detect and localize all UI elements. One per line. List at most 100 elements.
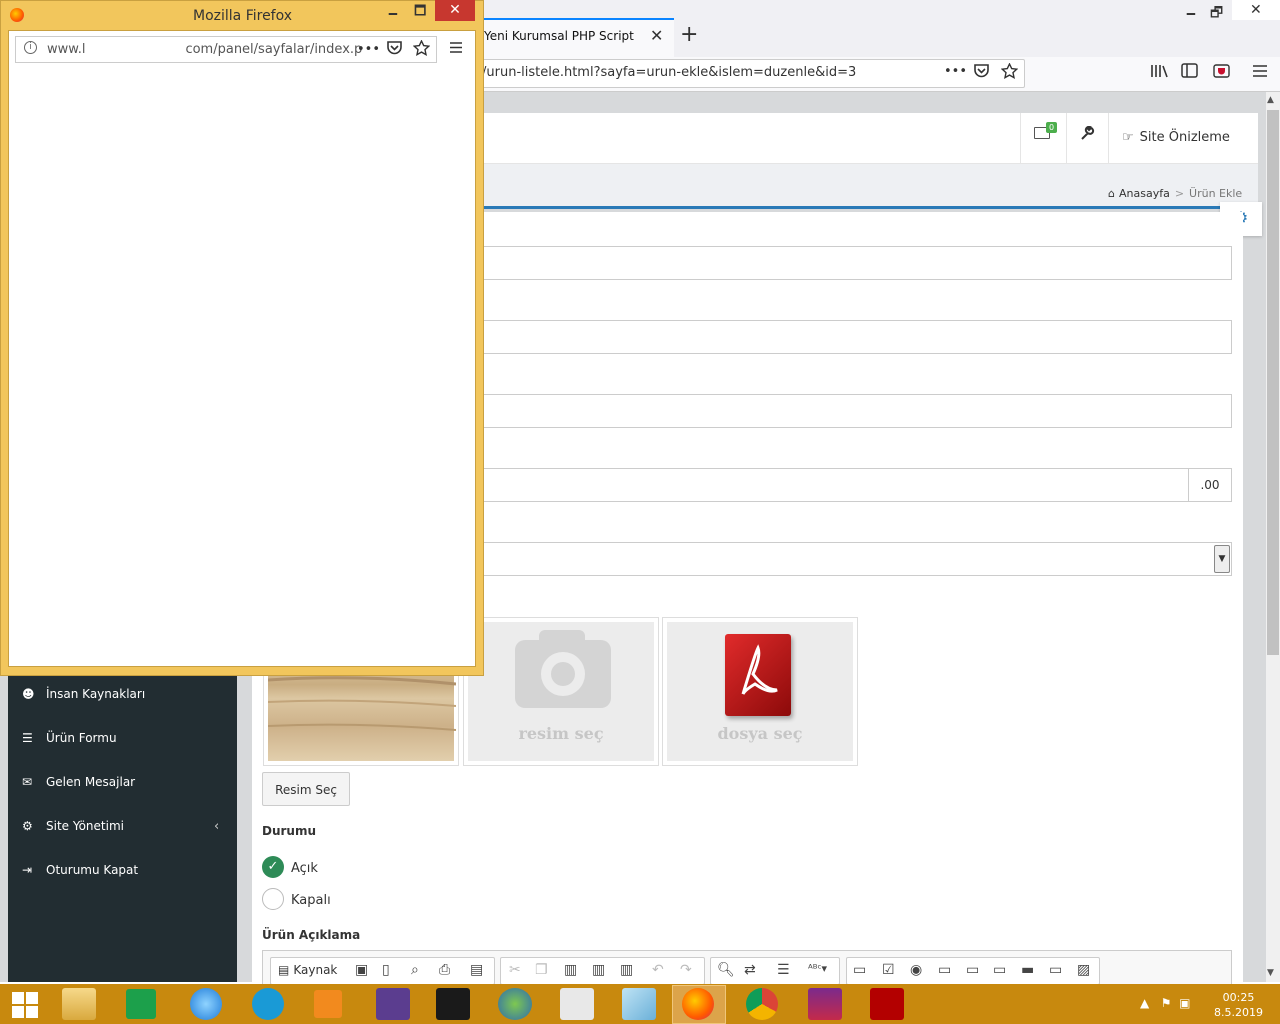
chevron-down-icon[interactable]: ▼ <box>1214 545 1230 573</box>
pocket-icon[interactable] <box>386 40 403 60</box>
popup-minimize-button[interactable]: 🗕 <box>388 2 398 26</box>
scroll-down-icon[interactable]: ▼ <box>1267 968 1274 978</box>
sidebar-item-messages[interactable]: ✉ Gelen Mesajlar <box>22 775 135 789</box>
bookmark-star-icon[interactable] <box>412 39 431 60</box>
window-minimize-button[interactable]: 🗕 <box>1186 2 1196 26</box>
save-icon[interactable]: ▣ <box>355 962 368 978</box>
find-icon[interactable]: 🔍︎ <box>717 962 735 978</box>
copy-icon[interactable]: ❐ <box>535 962 548 978</box>
templates-icon[interactable]: ▤ <box>470 962 483 978</box>
editor-app-icon[interactable] <box>376 988 410 1020</box>
new-tab-button[interactable]: + <box>680 22 698 47</box>
popup-title: Mozilla Firefox <box>193 8 293 24</box>
window-restore-button[interactable]: 🗗 <box>1210 2 1223 26</box>
radio-icon[interactable]: ◉ <box>910 962 922 978</box>
print-icon[interactable]: ⎙ <box>439 962 450 978</box>
sidebar-item-human-resources[interactable]: ☻ İnsan Kaynakları <box>22 687 145 701</box>
form-icon[interactable]: ▭ <box>853 962 866 978</box>
popup-close-button[interactable]: ✕ <box>435 0 475 21</box>
media-player-icon[interactable] <box>314 990 342 1018</box>
paste-word-icon[interactable]: ▥ <box>620 962 633 978</box>
bookmark-star-icon[interactable] <box>1000 62 1019 83</box>
ccleaner-icon[interactable] <box>252 988 284 1020</box>
textarea-icon[interactable]: ▭ <box>966 962 979 978</box>
select-field-icon[interactable]: ▭ <box>993 962 1006 978</box>
network-globe-icon[interactable] <box>498 988 532 1020</box>
winrar-icon[interactable] <box>808 988 842 1020</box>
sidebar-item-site-management[interactable]: ⚙ Site Yönetimi <box>22 819 124 833</box>
firefox-icon[interactable] <box>682 988 714 1020</box>
network-icon[interactable]: ▣ <box>1179 996 1190 1010</box>
select-image-button[interactable]: Resim Seç <box>262 772 350 806</box>
cogs-icon: ⚙ <box>22 819 33 833</box>
internet-explorer-icon[interactable] <box>190 988 222 1020</box>
info-icon[interactable]: i <box>24 41 37 54</box>
filezilla-icon[interactable] <box>870 988 904 1020</box>
select-image-thumbnail[interactable]: resim seç <box>463 617 659 766</box>
pocket-icon[interactable] <box>973 63 990 83</box>
menu-hamburger-icon[interactable] <box>449 40 463 58</box>
popup-page-actions-icon[interactable]: ••• <box>357 42 380 57</box>
text-field[interactable] <box>480 394 1232 428</box>
extension-shield-icon[interactable] <box>1213 63 1230 83</box>
sidebar-item-label: Ürün Formu <box>46 731 117 745</box>
text-field[interactable] <box>480 320 1232 354</box>
paste-text-icon[interactable]: ▥ <box>592 962 605 978</box>
source-icon: ▤ <box>278 963 290 977</box>
kh-software-icon[interactable] <box>436 988 470 1020</box>
taskbar-clock[interactable]: 00:25 8.5.2019 <box>1214 990 1263 1020</box>
flag-icon[interactable]: ⚑ <box>1161 996 1172 1010</box>
text-field[interactable] <box>480 246 1232 280</box>
select-all-icon[interactable]: ☰ <box>777 962 790 978</box>
sidebar-toggle-icon[interactable] <box>1181 63 1198 82</box>
textfield-icon[interactable]: ▭ <box>938 962 951 978</box>
sidebar-item-label: Gelen Mesajlar <box>46 775 136 789</box>
paste-icon[interactable]: ▥ <box>564 962 577 978</box>
checkbox-icon[interactable]: ☑ <box>882 962 895 978</box>
source-button[interactable]: ▤ Kaynak <box>278 963 337 977</box>
system-tray[interactable]: ▲ ⚑ ▣ <box>1140 996 1190 1010</box>
window-close-button[interactable]: ✕ <box>1232 0 1280 20</box>
button-icon[interactable]: ▬ <box>1021 962 1034 978</box>
library-icon[interactable] <box>1150 63 1168 83</box>
microsoft-app-icon[interactable] <box>560 988 594 1020</box>
preview-icon[interactable]: ⌕ <box>411 962 419 978</box>
cut-icon[interactable]: ✂ <box>509 962 521 978</box>
status-open-label[interactable]: Açık <box>291 861 318 876</box>
tray-expand-icon[interactable]: ▲ <box>1140 996 1149 1010</box>
select-file-thumbnail[interactable]: dosya seç <box>662 617 858 766</box>
notes-icon[interactable] <box>622 988 656 1020</box>
file-explorer-icon[interactable] <box>62 988 96 1020</box>
page-actions-icon[interactable]: ••• <box>944 64 967 79</box>
windows-start-icon[interactable] <box>12 992 38 1018</box>
redo-icon[interactable]: ↷ <box>680 962 692 978</box>
image-button-icon[interactable]: ▭ <box>1049 962 1062 978</box>
chrome-icon[interactable] <box>746 988 778 1020</box>
site-preview-button[interactable]: ☞ Site Önizleme <box>1122 130 1230 145</box>
hidden-field-icon[interactable]: ▨ <box>1077 962 1090 978</box>
status-closed-label[interactable]: Kapalı <box>291 893 331 908</box>
popup-maximize-button[interactable]: 🗖 <box>414 2 426 24</box>
breadcrumb-home[interactable]: Anasayfa <box>1119 187 1170 200</box>
price-field[interactable] <box>480 468 1232 502</box>
scrollbar-thumb[interactable] <box>1267 110 1279 655</box>
scroll-up-icon[interactable]: ▲ <box>1267 95 1274 105</box>
category-select[interactable] <box>480 542 1232 576</box>
wrench-icon[interactable] <box>1080 125 1095 145</box>
tab-title: Yeni Kurumsal PHP Script <box>484 29 634 43</box>
undo-icon[interactable]: ↶ <box>652 962 664 978</box>
store-icon[interactable] <box>126 989 156 1019</box>
chevron-left-icon[interactable]: ‹ <box>214 819 219 834</box>
new-page-icon[interactable]: ▯ <box>382 962 390 978</box>
menu-hamburger-icon[interactable] <box>1252 63 1268 82</box>
description-label: Ürün Açıklama <box>262 928 361 942</box>
status-open-radio[interactable]: ✓ <box>262 856 284 878</box>
sidebar-item-product-form[interactable]: ☰ Ürün Formu <box>22 731 117 745</box>
replace-icon[interactable]: ⇄ <box>744 962 756 978</box>
sidebar-item-logout[interactable]: ⇥ Oturumu Kapat <box>22 863 138 877</box>
spellcheck-icon[interactable]: ᴬᴮᶜ▾ <box>808 962 827 975</box>
tab-close-icon[interactable]: ✕ <box>650 26 663 45</box>
status-closed-radio[interactable] <box>262 888 284 910</box>
clock-time: 00:25 <box>1222 991 1255 1004</box>
price-suffix: .00 <box>1188 468 1232 502</box>
